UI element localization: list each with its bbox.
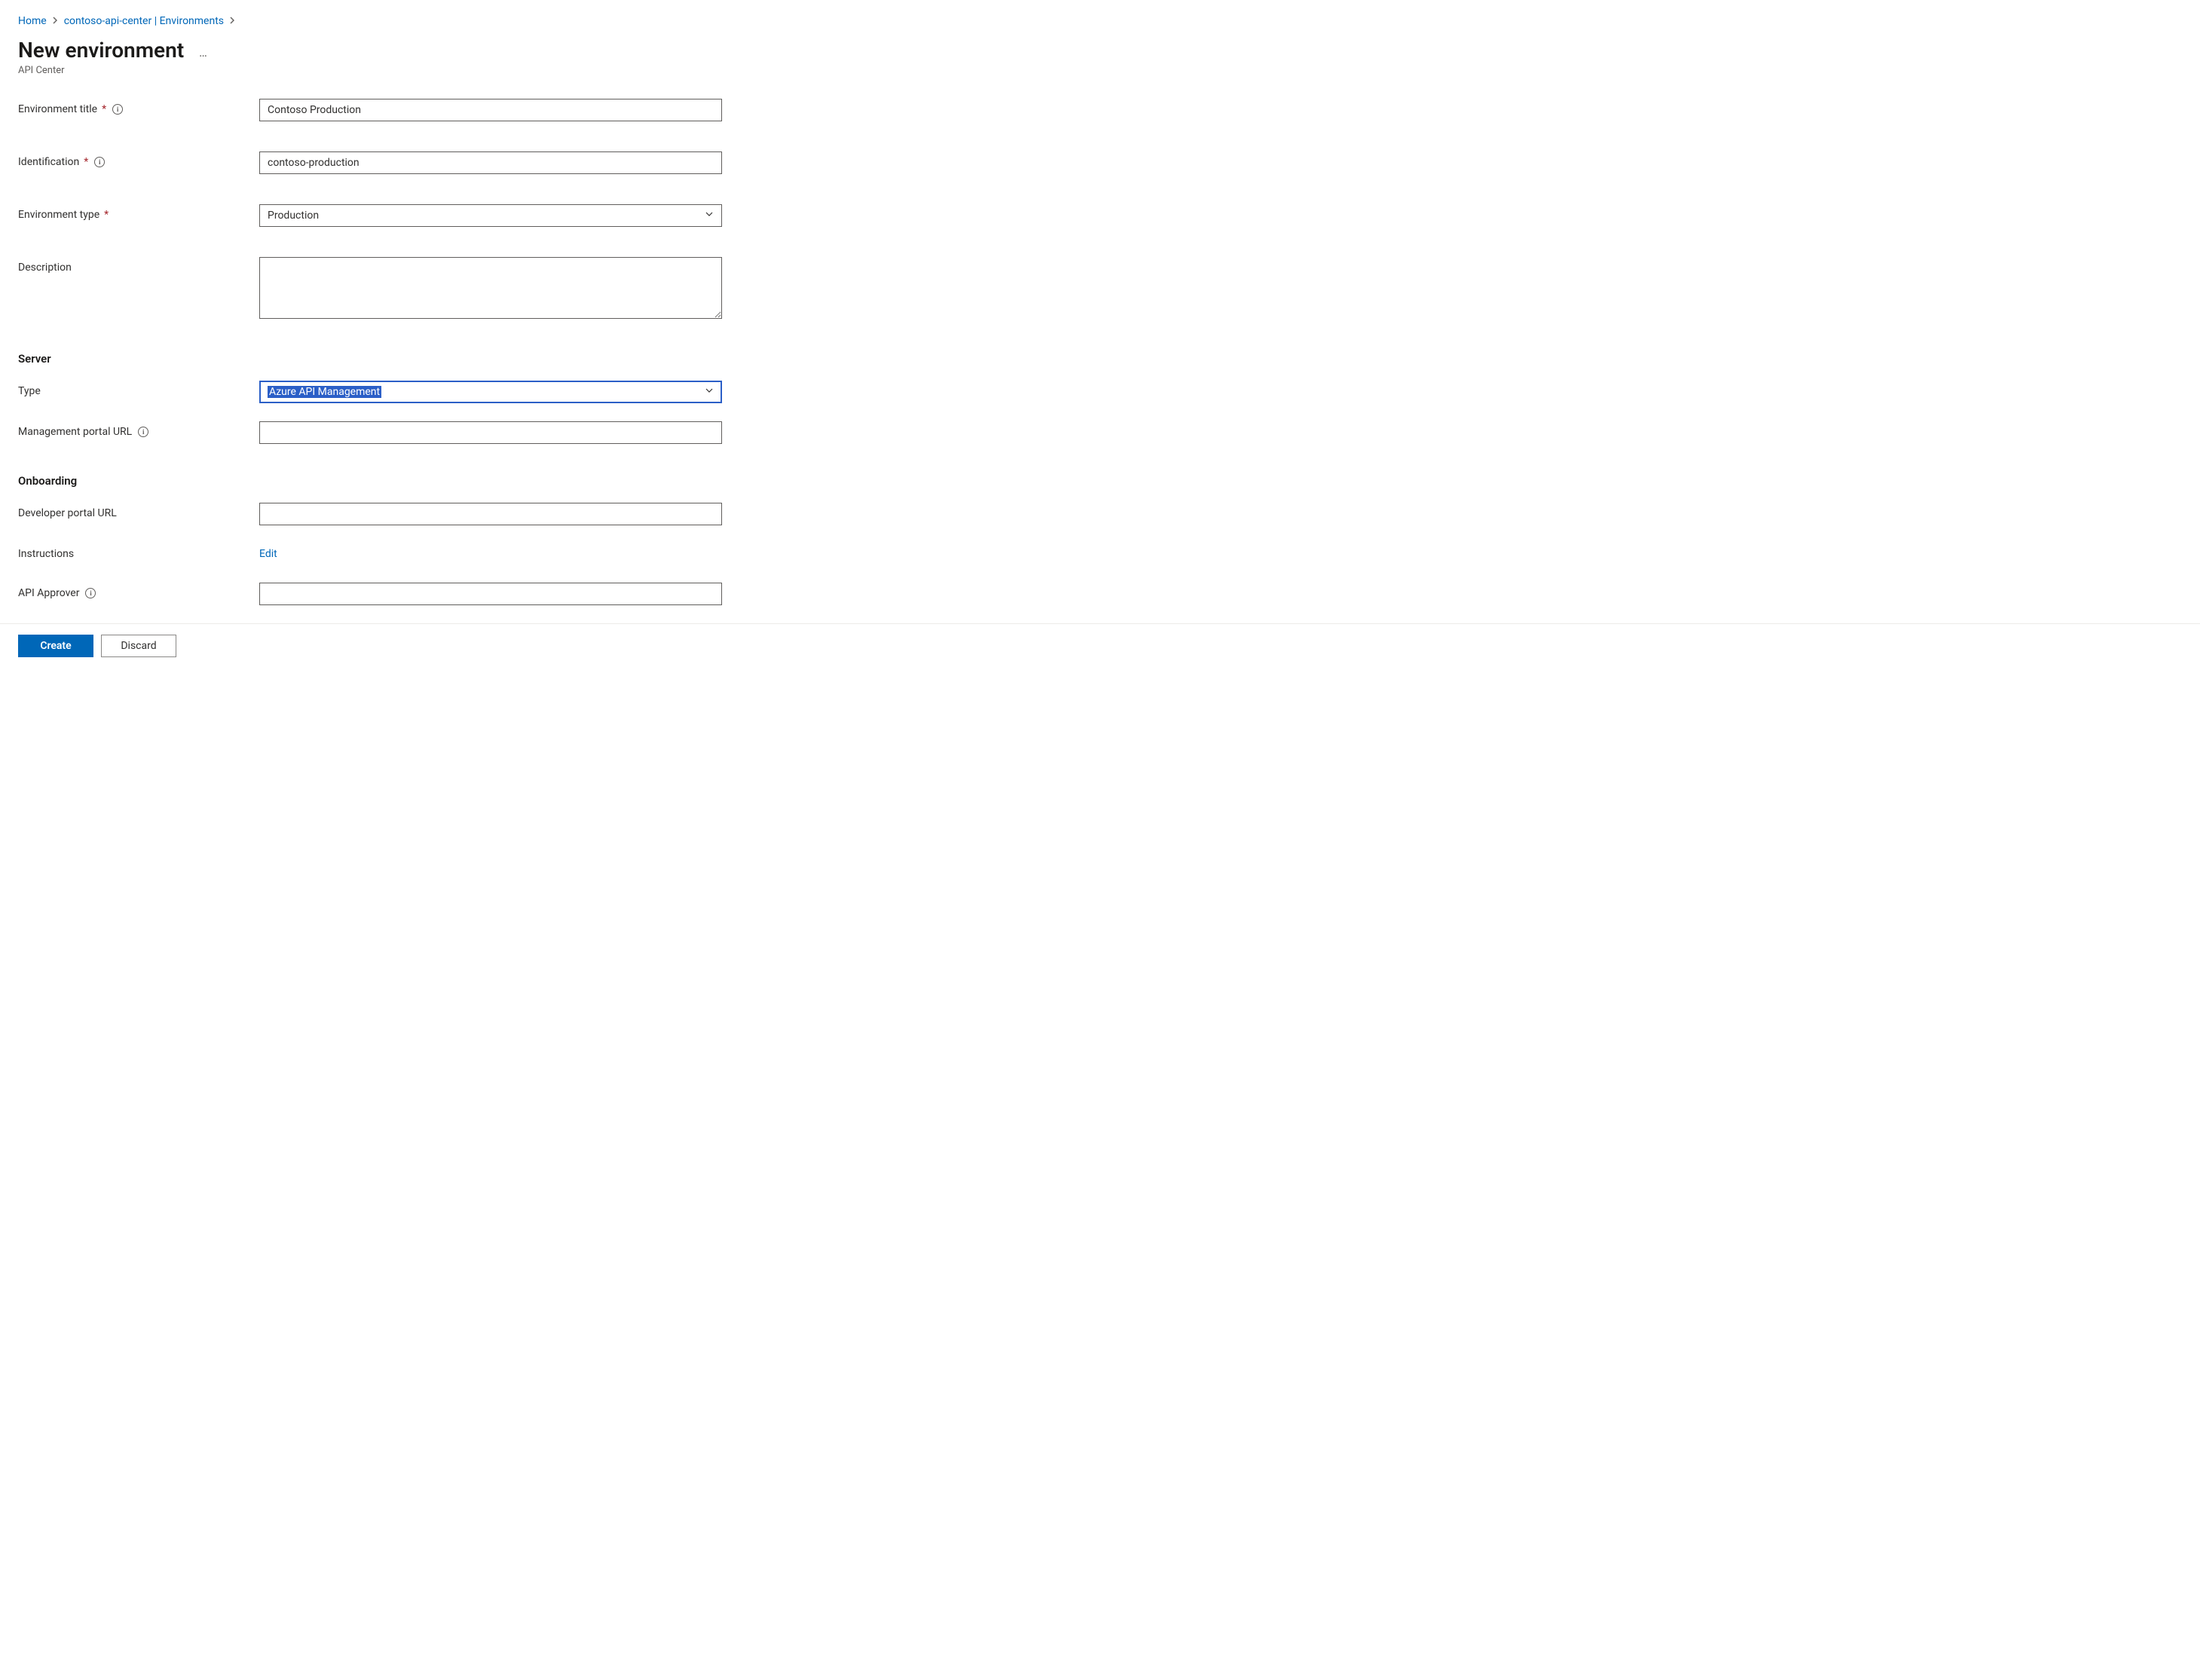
page-subtitle: API Center	[18, 65, 2182, 76]
developer-portal-url-input[interactable]	[259, 503, 722, 525]
footer-action-bar: Create Discard	[0, 623, 2200, 671]
environment-type-label: Environment type *	[18, 204, 259, 221]
description-label: Description	[18, 257, 259, 274]
info-icon[interactable]: i	[112, 104, 123, 115]
info-icon[interactable]: i	[94, 157, 105, 167]
instructions-edit-link[interactable]: Edit	[259, 548, 277, 560]
identification-label: Identification * i	[18, 151, 259, 168]
info-icon[interactable]: i	[85, 588, 96, 598]
environment-title-input[interactable]	[259, 99, 722, 121]
description-textarea[interactable]	[259, 257, 722, 319]
server-type-label: Type	[18, 381, 259, 397]
breadcrumb-separator	[53, 15, 58, 27]
chevron-down-icon	[705, 386, 714, 398]
info-icon[interactable]: i	[138, 427, 148, 437]
management-portal-url-input[interactable]	[259, 421, 722, 444]
environment-title-label: Environment title * i	[18, 99, 259, 115]
management-portal-url-label: Management portal URL i	[18, 421, 259, 438]
more-actions-button[interactable]: …	[199, 41, 208, 60]
page-title: New environment	[18, 38, 184, 63]
server-type-select[interactable]: Azure API Management	[259, 381, 722, 403]
api-approver-input[interactable]	[259, 583, 722, 605]
identification-input[interactable]	[259, 151, 722, 174]
server-section-heading: Server	[18, 352, 742, 366]
create-button[interactable]: Create	[18, 635, 93, 657]
breadcrumb-separator	[230, 15, 235, 27]
breadcrumb: Home contoso-api-center | Environments	[18, 15, 2182, 27]
required-indicator: *	[104, 209, 109, 221]
instructions-label: Instructions	[18, 543, 259, 560]
discard-button[interactable]: Discard	[101, 635, 176, 657]
onboarding-section-heading: Onboarding	[18, 474, 742, 488]
required-indicator: *	[84, 156, 88, 168]
environment-type-select[interactable]: Production	[259, 204, 722, 227]
api-approver-label: API Approver i	[18, 583, 259, 599]
breadcrumb-home[interactable]: Home	[18, 15, 47, 27]
developer-portal-url-label: Developer portal URL	[18, 503, 259, 519]
required-indicator: *	[102, 103, 106, 115]
breadcrumb-resource[interactable]: contoso-api-center | Environments	[64, 15, 224, 27]
chevron-down-icon	[705, 210, 714, 222]
